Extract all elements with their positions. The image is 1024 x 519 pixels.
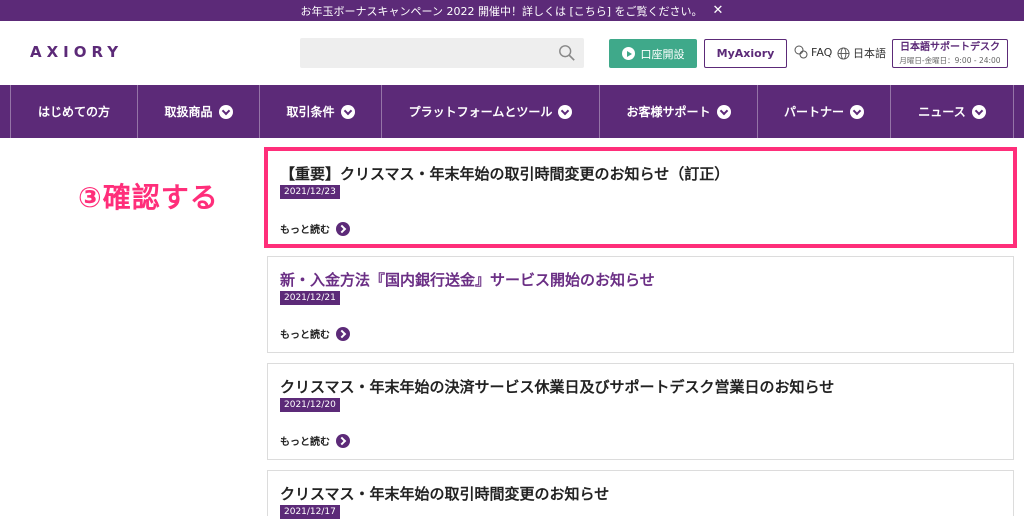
language-label: 日本語	[853, 47, 886, 60]
read-more-label: もっと読む	[280, 225, 330, 236]
news-card[interactable]: 【重要】クリスマス・年末年始の取引時間変更のお知らせ（訂正） 2021/12/2…	[264, 147, 1017, 248]
nav-item-beginners[interactable]: はじめての方	[10, 85, 137, 138]
chevron-down-icon	[850, 104, 864, 119]
chevron-right-icon	[336, 326, 350, 341]
site-header: AXIORY 口座開設 MyAxiory FAQ 日本語 日本語サポートデスク …	[0, 21, 1024, 85]
logo[interactable]: AXIORY	[30, 43, 123, 61]
news-date: 2021/12/20	[280, 398, 340, 412]
chevron-down-icon	[218, 104, 233, 119]
nav-item-partners[interactable]: パートナー	[757, 85, 890, 138]
nav-label: お客様サポート	[626, 105, 711, 119]
read-more-link[interactable]: もっと読む	[280, 433, 350, 448]
nav-item-conditions[interactable]: 取引条件	[259, 85, 381, 138]
faq-label: FAQ	[811, 45, 833, 59]
nav-item-support[interactable]: お客様サポート	[599, 85, 757, 138]
nav-label: ニュース	[918, 105, 966, 119]
chevron-right-icon	[336, 221, 350, 236]
nav-item-products[interactable]: 取扱商品	[137, 85, 259, 138]
faq-icon	[794, 45, 808, 59]
chevron-down-icon	[716, 104, 731, 119]
nav-item-platforms[interactable]: プラットフォームとツール	[381, 85, 599, 138]
news-title[interactable]: クリスマス・年末年始の取引時間変更のお知らせ	[280, 483, 609, 504]
read-more-label: もっと読む	[280, 437, 330, 448]
myaxiory-button[interactable]: MyAxiory	[704, 39, 787, 68]
news-title[interactable]: 【重要】クリスマス・年末年始の取引時間変更のお知らせ（訂正）	[280, 163, 729, 184]
news-date: 2021/12/17	[280, 505, 340, 519]
support-hours: 月曜日-金曜日：9:00 - 24:00	[899, 56, 1001, 65]
open-account-button[interactable]: 口座開設	[609, 39, 697, 68]
faq-link[interactable]: FAQ	[794, 45, 832, 59]
read-more-link[interactable]: もっと読む	[280, 221, 350, 236]
chevron-down-icon	[971, 104, 986, 119]
main-nav: はじめての方 取扱商品 取引条件 プラットフォームとツール お客様サポート パー…	[0, 85, 1024, 138]
read-more-label: もっと読む	[280, 330, 330, 341]
news-card[interactable]: 新・入金方法『国内銀行送金』サービス開始のお知らせ 2021/12/21 もっと…	[267, 256, 1014, 353]
search-icon[interactable]	[558, 44, 576, 62]
news-date: 2021/12/21	[280, 291, 340, 305]
chevron-right-icon	[336, 433, 350, 448]
nav-label: 取引条件	[286, 105, 335, 119]
play-icon	[621, 47, 635, 60]
nav-label: パートナー	[783, 105, 844, 119]
news-date: 2021/12/23	[280, 185, 340, 199]
read-more-link[interactable]: もっと読む	[280, 326, 350, 341]
news-title[interactable]: 新・入金方法『国内銀行送金』サービス開始のお知らせ	[280, 269, 655, 290]
chevron-down-icon	[340, 104, 355, 119]
language-selector[interactable]: 日本語	[837, 45, 886, 61]
search-box	[300, 38, 584, 68]
annotation-label: ③確認する	[78, 181, 219, 214]
close-icon[interactable]: ✕	[713, 4, 724, 17]
search-input[interactable]	[300, 38, 550, 68]
news-card[interactable]: クリスマス・年末年始の決済サービス休業日及びサポートデスク営業日のお知らせ 20…	[267, 363, 1014, 460]
nav-label: 取扱商品	[164, 105, 213, 119]
news-title[interactable]: クリスマス・年末年始の決済サービス休業日及びサポートデスク営業日のお知らせ	[280, 376, 834, 397]
chevron-down-icon	[558, 104, 573, 119]
open-account-label: 口座開設	[640, 47, 685, 61]
announcement-banner: お年玉ボーナスキャンペーン 2022 開催中！詳しくは [こちら] をご覧くださ…	[0, 0, 1024, 21]
support-desk-button[interactable]: 日本語サポートデスク 月曜日-金曜日：9:00 - 24:00	[892, 39, 1008, 68]
globe-icon	[837, 46, 850, 60]
nav-item-news[interactable]: ニュース	[890, 85, 1014, 138]
nav-label: はじめての方	[37, 105, 110, 119]
support-title: 日本語サポートデスク	[900, 42, 1000, 53]
nav-label: プラットフォームとツール	[408, 105, 553, 119]
banner-text[interactable]: お年玉ボーナスキャンペーン 2022 開催中！詳しくは [こちら] をご覧くださ…	[301, 3, 703, 19]
news-card[interactable]: クリスマス・年末年始の取引時間変更のお知らせ 2021/12/17	[267, 470, 1014, 519]
